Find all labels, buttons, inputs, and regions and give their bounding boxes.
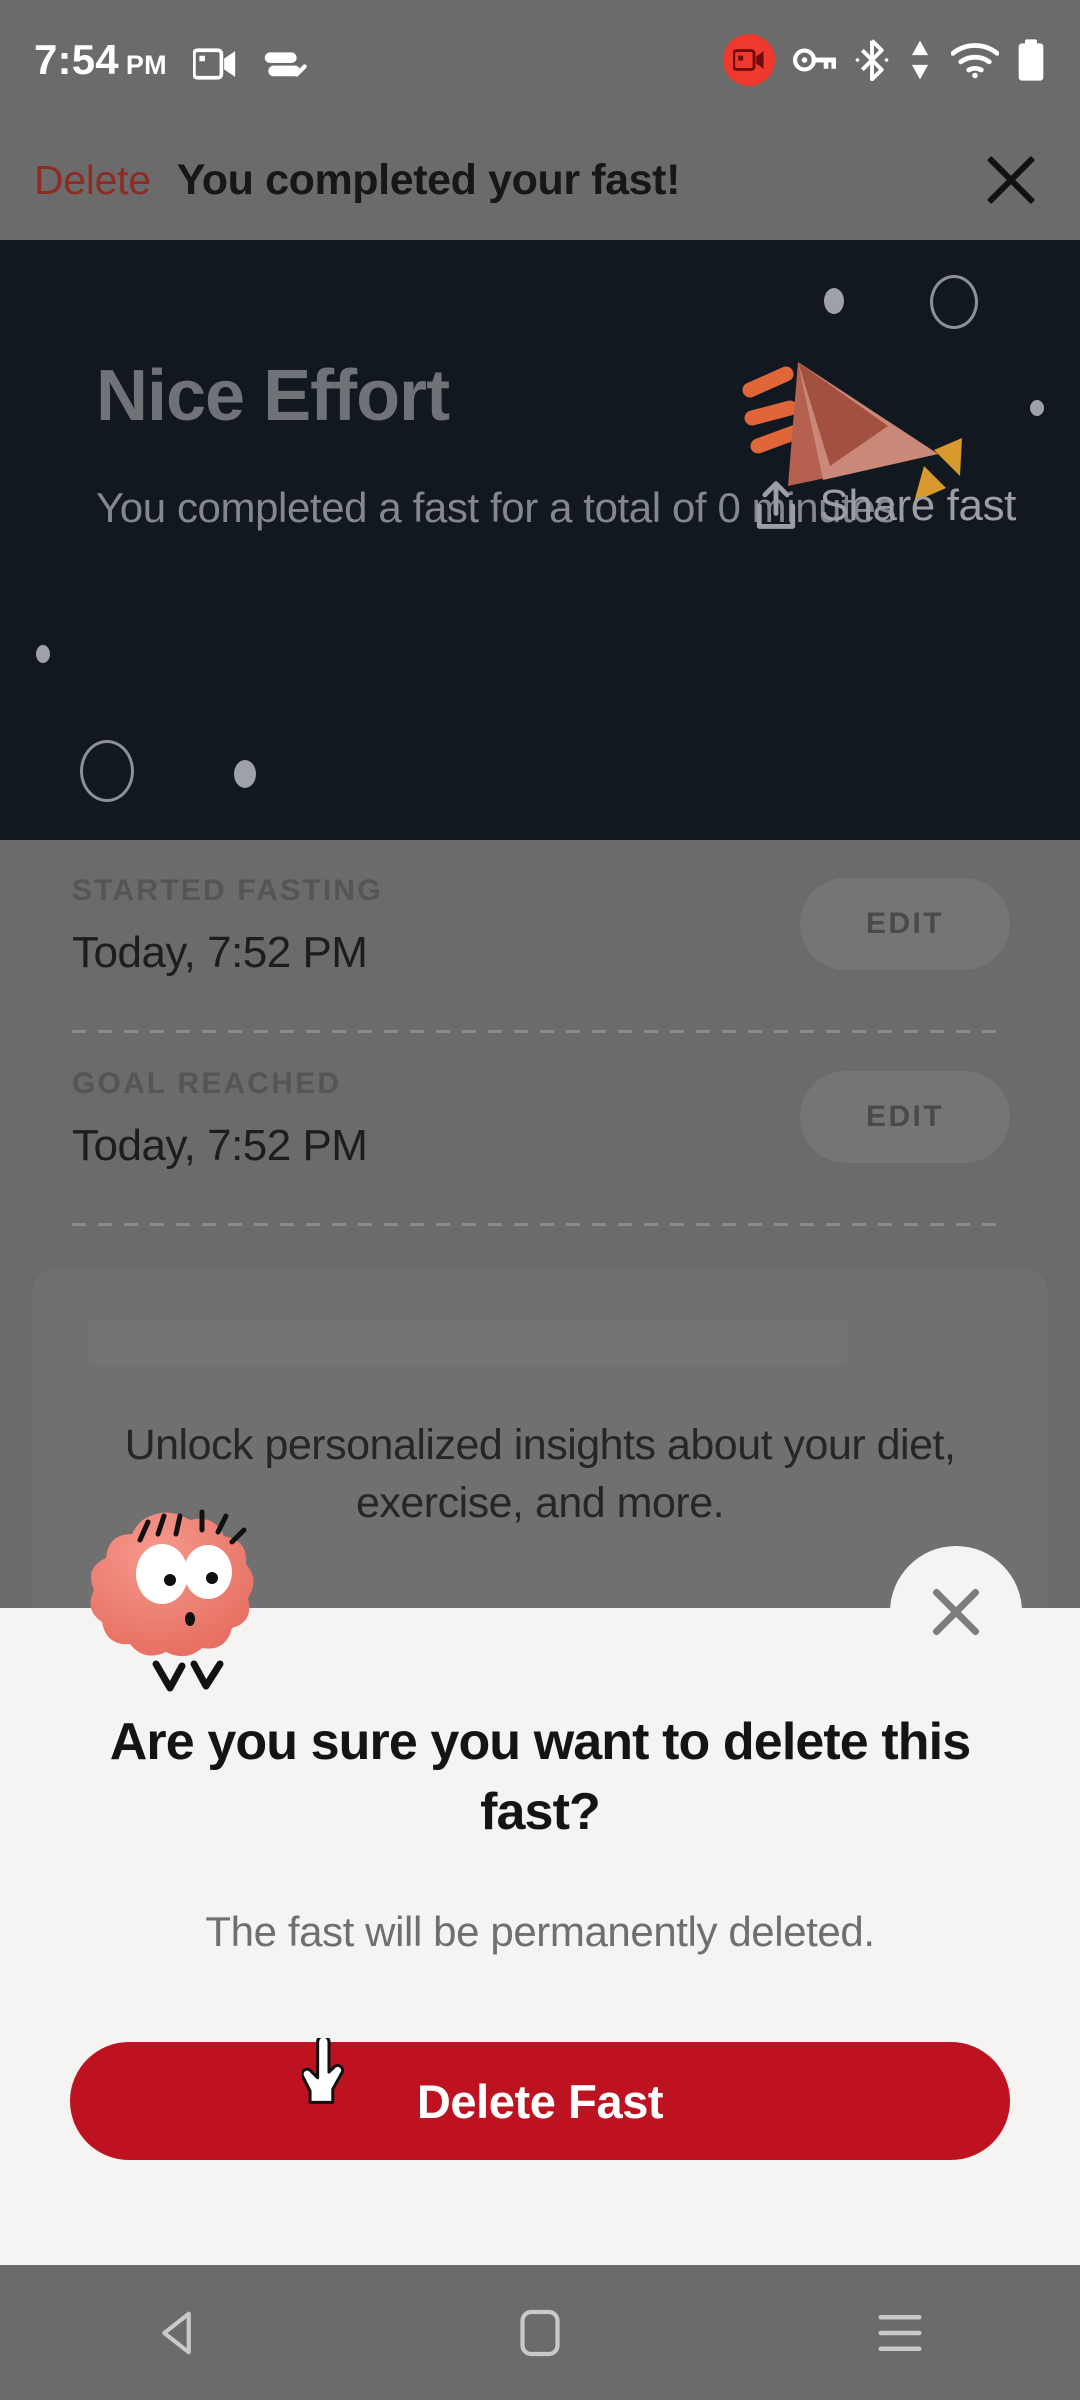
sheet-title: Are you sure you want to delete this fas… — [109, 1713, 971, 1841]
bluetooth-icon — [855, 39, 889, 81]
confetti-dot — [234, 760, 256, 788]
delete-fast-button[interactable]: Delete Fast — [70, 2042, 1010, 2160]
back-triangle-icon — [162, 2311, 191, 2354]
android-nav-bar — [0, 2265, 1080, 2400]
confetti-dot — [1030, 400, 1044, 416]
delete-confirmation-sheet: Are you sure you want to delete this fas… — [0, 1546, 1080, 2268]
sheet-body-text: The fast will be permanently deleted. — [205, 1908, 875, 1955]
promo-placeholder-bar — [88, 1320, 848, 1366]
page-title: You completed your fast! — [176, 155, 681, 204]
confetti-ring — [80, 740, 134, 802]
nav-recents-button[interactable] — [825, 2265, 975, 2400]
fast-summary-hero: Nice Effort You completed a fast for a t… — [0, 240, 1080, 840]
pointer-hand-cursor — [302, 2038, 345, 2104]
status-bar-right — [723, 34, 1046, 86]
pink-blob-mascot-icon — [90, 1509, 254, 1692]
screen-cast-icon — [192, 48, 235, 80]
sheet-close-icon[interactable] — [890, 1546, 1022, 1678]
delete-action-button[interactable]: Delete — [34, 157, 151, 204]
status-bar-left: 7:54 PM — [34, 39, 309, 81]
share-upload-icon — [757, 481, 796, 529]
recents-menu-icon — [878, 2314, 922, 2351]
app-toolbar: Delete You completed your fast! — [0, 120, 1080, 240]
fast-detail-list: STARTED FASTING Today, 7:52 PM EDIT GOAL… — [0, 840, 1080, 1226]
home-square-icon — [520, 2309, 560, 2356]
close-icon[interactable] — [976, 145, 1046, 215]
table-row: STARTED FASTING Today, 7:52 PM EDIT — [0, 840, 1080, 1030]
do-not-disturb-icon — [264, 52, 307, 77]
battery-icon — [1018, 39, 1044, 81]
confetti-dot — [36, 645, 50, 663]
nav-home-button[interactable] — [465, 2265, 615, 2400]
status-bar-clock: 7:54 PM — [34, 39, 167, 81]
wifi-icon — [951, 43, 999, 79]
screen-record-icon — [723, 34, 775, 86]
clock-time: 7:54 — [34, 36, 119, 83]
vpn-key-icon — [792, 48, 836, 72]
share-fast-button[interactable]: Share fast — [753, 480, 1016, 532]
data-transfer-icon — [911, 40, 929, 80]
share-fast-label: Share fast — [819, 481, 1016, 530]
nav-back-button[interactable] — [105, 2265, 255, 2400]
status-bar: 7:54 PM — [0, 0, 1080, 120]
edit-started-fasting-button[interactable]: EDIT — [800, 878, 1010, 970]
divider — [72, 1223, 1008, 1226]
hero-title: Nice Effort — [96, 356, 450, 436]
clock-ampm: PM — [125, 50, 167, 80]
table-row: GOAL REACHED Today, 7:52 PM EDIT — [0, 1033, 1080, 1223]
edit-goal-reached-button[interactable]: EDIT — [800, 1071, 1010, 1163]
